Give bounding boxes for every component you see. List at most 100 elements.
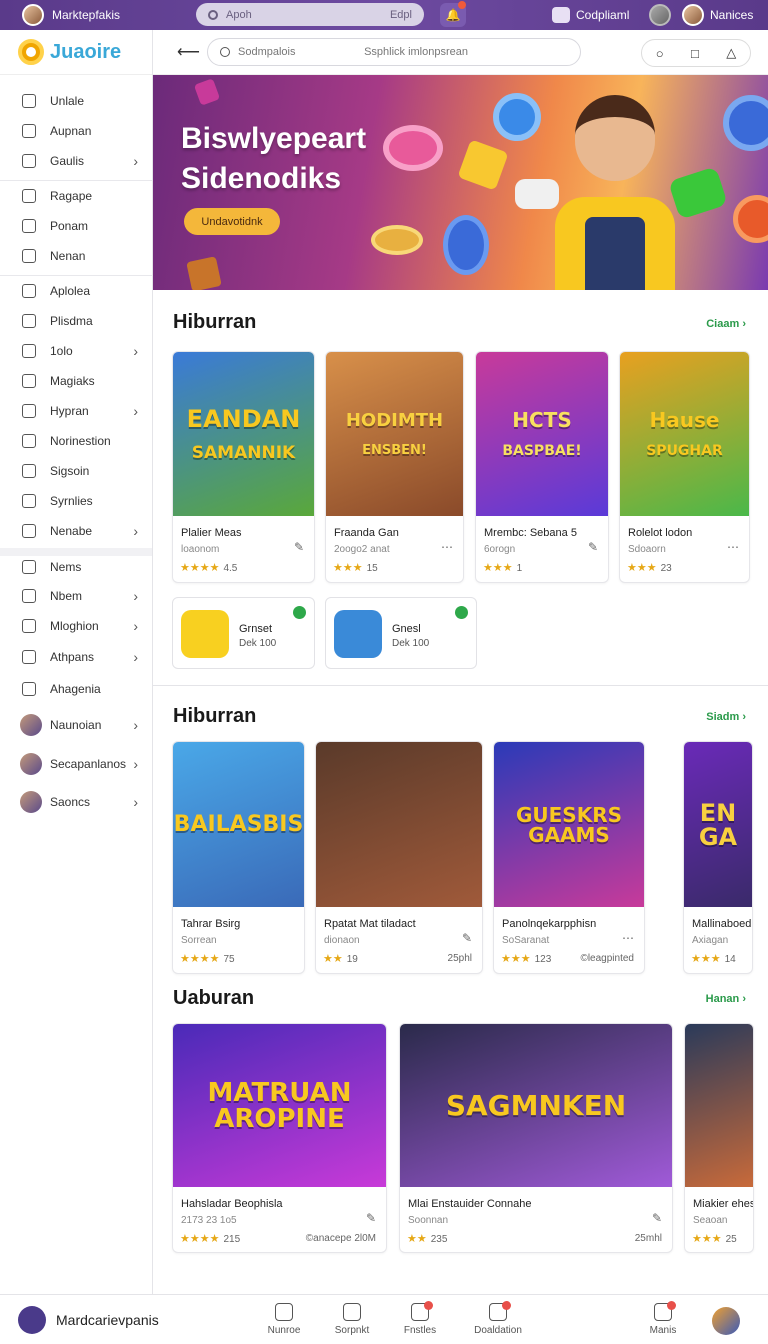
edit-icon[interactable]: ✎ bbox=[462, 931, 472, 945]
rating-value: 75 bbox=[223, 954, 235, 965]
bottom-nav-item[interactable]: Nunroe bbox=[254, 1303, 314, 1336]
sidebar-person[interactable]: Naunoian › bbox=[0, 711, 152, 739]
sidebar-item[interactable]: Ponam bbox=[0, 212, 152, 240]
edit-icon[interactable]: ✎ bbox=[652, 1211, 662, 1225]
sidebar-item-icon bbox=[22, 314, 36, 328]
more-icon[interactable]: ⋯ bbox=[441, 540, 453, 554]
sidebar-item[interactable]: Plisdma bbox=[0, 307, 152, 335]
edit-icon[interactable]: ✎ bbox=[588, 540, 598, 554]
sidebar-item[interactable]: Aplolea bbox=[0, 277, 152, 305]
check-icon bbox=[455, 606, 468, 619]
bottom-nav-item[interactable]: Fnstles bbox=[390, 1301, 450, 1336]
game-card[interactable]: SAGMNKEN Mlai Enstauider Connahe Soonnan ★★… bbox=[399, 1023, 673, 1253]
edit-icon[interactable]: ✎ bbox=[366, 1211, 376, 1225]
game-card[interactable]: Hause SPUGHAR Rolelot lodon Sdoaorn ★★★ 23 ⋯ bbox=[619, 351, 750, 583]
bottom-nav-item[interactable]: Manis bbox=[633, 1301, 693, 1336]
sidebar-item-label: 1olo bbox=[50, 344, 73, 358]
game-subtitle: Sorrean bbox=[181, 935, 217, 946]
sidebar-item[interactable]: Hypran › bbox=[0, 397, 152, 425]
section-2-link[interactable]: Siadm › bbox=[706, 711, 746, 723]
chevron-right-icon: › bbox=[133, 756, 138, 772]
sidebar-item[interactable]: Ragape bbox=[0, 182, 152, 210]
sidebar-item-icon bbox=[22, 404, 36, 418]
game-card[interactable]: EN GA Mallinaboed Axiagan ★★★ 14 bbox=[683, 741, 753, 974]
game-thumbnail: EN GA bbox=[684, 742, 752, 907]
game-card[interactable]: BAILASBIS Tahrar Bsirg Sorrean ★★★★ 75 bbox=[172, 741, 305, 974]
user-menu-1[interactable]: Codpliaml bbox=[552, 4, 672, 26]
notification-button[interactable]: 🔔 bbox=[440, 1, 466, 27]
section-1-link[interactable]: Ciaam › bbox=[706, 318, 746, 330]
mini-app-card[interactable]: Grnset Dek 100 bbox=[172, 597, 315, 669]
game-card[interactable]: HCTS BASPBAE! Mrembc: Sebana 5 6orogn ★★★ 1 ✎ bbox=[475, 351, 609, 583]
more-icon[interactable]: ⋯ bbox=[727, 540, 739, 554]
sidebar-item[interactable]: Ahagenia bbox=[0, 675, 152, 703]
bottom-nav-item[interactable]: Sorpnkt bbox=[322, 1303, 382, 1336]
sidebar-item[interactable]: Gaulis › bbox=[0, 147, 152, 175]
sidebar-item[interactable]: Nenabe › bbox=[0, 517, 152, 545]
more-icon[interactable]: ⋯ bbox=[622, 931, 634, 945]
top-search-placeholder: Apoh bbox=[226, 8, 252, 21]
mini-app-card[interactable]: Gnesl Dek 100 bbox=[325, 597, 477, 669]
user-2-avatar bbox=[682, 4, 704, 26]
game-card[interactable]: GUESKRS GAAMS Panolnqekarpphisn SoSaranat ★… bbox=[493, 741, 645, 974]
game-art-title: EANDAN SAMANNIK bbox=[181, 407, 307, 462]
bottom-nav-item[interactable]: Doaldation bbox=[468, 1301, 528, 1336]
hero-cta-button[interactable]: Undavotidnk bbox=[184, 208, 280, 235]
game-card[interactable]: Miakier ehest Seaoan ★★★ 25 bbox=[684, 1023, 754, 1253]
sidebar-item-icon bbox=[22, 344, 36, 358]
section-2-title: Hiburran bbox=[173, 705, 257, 727]
hero-banner[interactable]: Biswlyepeart Sidenodiks Undavotidnk bbox=[153, 75, 768, 290]
game-art-title: SAGMNKEN bbox=[440, 1091, 632, 1120]
game-card[interactable]: EANDAN SAMANNIK Plalier Meas loaonom ★★★★ 4.5… bbox=[172, 351, 315, 583]
sidebar-item-icon bbox=[22, 189, 36, 203]
sidebar-item[interactable]: Norinestion bbox=[0, 427, 152, 455]
brand[interactable]: Juaoire bbox=[0, 30, 152, 75]
sidebar-person[interactable]: Secapanlanos › bbox=[0, 750, 152, 778]
sidebar-item[interactable]: Unlale bbox=[0, 87, 152, 115]
sidebar-item[interactable]: Nbem › bbox=[0, 582, 152, 610]
user-menu-2[interactable]: Nanices bbox=[682, 4, 753, 26]
sidebar-person[interactable]: Saoncs › bbox=[0, 788, 152, 816]
section-3-link[interactable]: Hanan › bbox=[706, 993, 746, 1005]
back-arrow-icon[interactable]: ⟵ bbox=[177, 42, 200, 62]
sidebar-item-label: Ahagenia bbox=[50, 682, 101, 696]
rating-value: 1 bbox=[516, 563, 523, 574]
sidebar-item[interactable]: Athpans › bbox=[0, 643, 152, 671]
game-rating: ★★ 235 bbox=[407, 1232, 447, 1245]
sidebar-item[interactable]: Magiaks bbox=[0, 367, 152, 395]
sidebar-item-icon bbox=[22, 682, 36, 696]
game-card[interactable]: Rpatat Mat tiladact dionaon ★★ 19 ✎ 25phl bbox=[315, 741, 483, 974]
top-avatar[interactable] bbox=[22, 4, 44, 26]
profile-icon[interactable]: △ bbox=[726, 45, 736, 61]
edit-icon[interactable]: ✎ bbox=[294, 540, 304, 554]
rating-value: 15 bbox=[366, 563, 378, 574]
sidebar-item[interactable]: Mloghion › bbox=[0, 612, 152, 640]
bottom-logo-icon[interactable] bbox=[18, 1306, 46, 1334]
sidebar-item[interactable]: Sigsoin bbox=[0, 457, 152, 485]
section-2-link-label: Siadm bbox=[706, 711, 740, 723]
top-search[interactable]: Apoh Edpl bbox=[196, 3, 424, 26]
game-card[interactable]: HODIMTH ENSBEN! Fraanda Gan 2oogo2 anat ★★★ 1… bbox=[325, 351, 464, 583]
game-art-text: Hause bbox=[649, 408, 720, 432]
sidebar-item-label: Athpans bbox=[50, 650, 95, 664]
sidebar-item[interactable]: Aupnan bbox=[0, 117, 152, 145]
game-art-title: BAILASBIS bbox=[173, 813, 304, 836]
sidebar-item[interactable]: Nenan bbox=[0, 242, 152, 270]
game-meta: ©anacepe 2l0M bbox=[305, 1233, 376, 1244]
game-card[interactable]: MATRUAN AROPINE Hahsladar Beophisla 2173 2… bbox=[172, 1023, 387, 1253]
chevron-right-icon: › bbox=[133, 794, 138, 810]
sidebar-item-icon bbox=[22, 464, 36, 478]
main-search-input[interactable]: Sodmpalois Ssphlick imlonpsrean bbox=[207, 38, 581, 66]
sidebar-item-label: Norinestion bbox=[50, 434, 111, 448]
sidebar-item[interactable]: Syrnlies bbox=[0, 487, 152, 515]
bottom-avatar[interactable] bbox=[712, 1307, 740, 1335]
sidebar-item[interactable]: 1olo › bbox=[0, 337, 152, 365]
search-icon[interactable]: ○ bbox=[656, 46, 664, 61]
cube-decoration bbox=[457, 139, 509, 191]
user-1-name: Codpliaml bbox=[576, 8, 630, 22]
search-icon bbox=[208, 9, 218, 20]
sidebar-person-name: Naunoian bbox=[50, 718, 102, 732]
sidebar-item[interactable]: Nems bbox=[0, 553, 152, 581]
window-icon[interactable]: □ bbox=[691, 46, 699, 61]
game-rating: ★★★ 15 bbox=[333, 561, 378, 574]
